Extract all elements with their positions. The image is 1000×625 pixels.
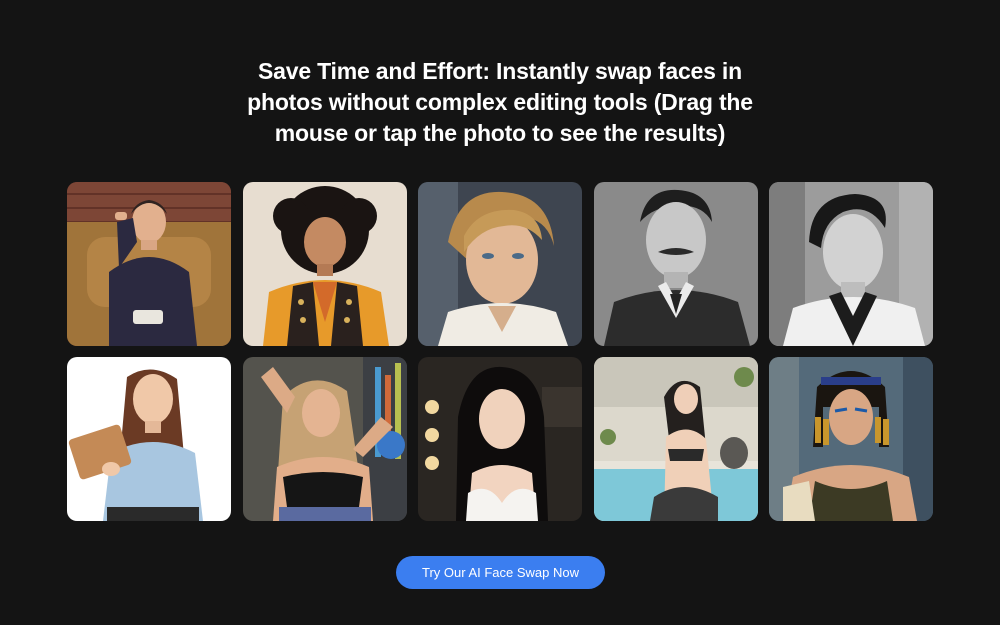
photo-woman-holding-tablet-image xyxy=(67,357,231,521)
photo-afro-vintage-jacket-image xyxy=(242,182,407,346)
face-swap-photo-grid xyxy=(67,182,933,521)
photo-sitcom-man-couch-image xyxy=(67,182,231,346)
photo-woman-gym-selfie-image xyxy=(242,357,407,521)
headline-line-2: photos without complex editing tools (Dr… xyxy=(247,89,753,115)
face-swap-showcase: Save Time and Effort: Instantly swap fac… xyxy=(0,0,1000,625)
photo-woman-poolside[interactable] xyxy=(593,357,758,521)
headline-line-1: Save Time and Effort: Instantly swap fac… xyxy=(258,58,742,84)
photo-pompadour-bw[interactable] xyxy=(769,182,933,346)
photo-woman-holding-tablet[interactable] xyxy=(67,357,231,521)
photo-woman-dark-hair-lights-image xyxy=(418,357,582,521)
try-ai-face-swap-button[interactable]: Try Our AI Face Swap Now xyxy=(396,556,605,589)
section-headline: Save Time and Effort: Instantly swap fac… xyxy=(200,56,800,149)
photo-cleopatra-portrait-image xyxy=(769,357,933,521)
photo-sitcom-man-couch[interactable] xyxy=(67,182,231,346)
photo-woman-dark-hair-lights[interactable] xyxy=(418,357,582,521)
photo-woman-poolside-image xyxy=(593,357,758,521)
photo-woman-gym-selfie[interactable] xyxy=(242,357,407,521)
photo-pompadour-bw-image xyxy=(769,182,933,346)
photo-mustache-gentleman-bw-image xyxy=(593,182,758,346)
photo-afro-vintage-jacket[interactable] xyxy=(242,182,407,346)
photo-blond-hero-portrait-image xyxy=(418,182,582,346)
photo-cleopatra-portrait[interactable] xyxy=(769,357,933,521)
headline-line-3: mouse or tap the photo to see the result… xyxy=(274,120,726,146)
photo-blond-hero-portrait[interactable] xyxy=(418,182,582,346)
photo-mustache-gentleman-bw[interactable] xyxy=(593,182,758,346)
